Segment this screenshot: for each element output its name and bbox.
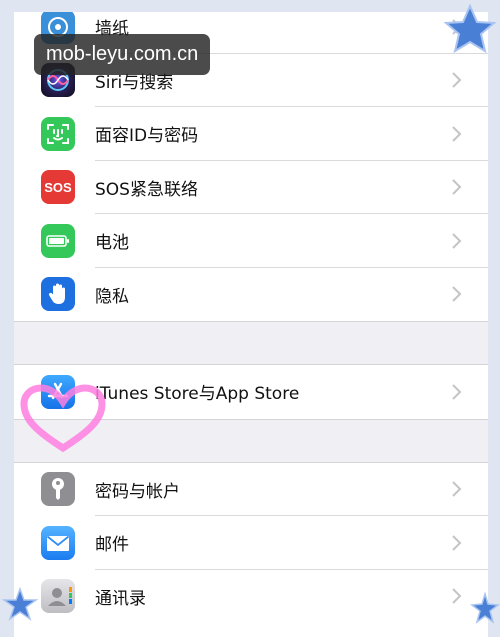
chevron-right-icon	[452, 72, 462, 88]
settings-group-3: 密码与帐户 邮件 通讯录	[14, 462, 488, 623]
settings-screen: 墙纸 Siri与搜索 面容ID与密码 SOS SOS紧急联络 电池 隐私 iTu…	[14, 12, 488, 637]
settings-row-label: iTunes Store与App Store	[95, 384, 300, 405]
star-decoration-icon	[1, 586, 39, 621]
key-icon	[41, 472, 75, 507]
settings-row-label: 通讯录	[95, 588, 146, 609]
settings-row-label: 隐私	[95, 286, 129, 307]
watermark: mob-leyu.com.cn	[34, 34, 211, 75]
star-decoration-icon	[443, 3, 497, 54]
sos-icon-text: SOS	[44, 179, 72, 195]
sos-icon: SOS	[41, 170, 75, 205]
battery-icon	[41, 223, 75, 258]
settings-row-sos[interactable]: SOS SOS紧急联络	[14, 160, 488, 214]
settings-row-mail[interactable]: 邮件	[14, 516, 488, 570]
settings-row-label: 邮件	[95, 535, 129, 556]
chevron-right-icon	[452, 535, 462, 551]
settings-row-label: 电池	[95, 233, 129, 254]
heart-decoration-icon	[20, 384, 106, 453]
chevron-right-icon	[452, 481, 462, 497]
chevron-right-icon	[452, 233, 462, 249]
settings-row-label: SOS紧急联络	[95, 179, 198, 200]
hand-icon	[41, 277, 75, 312]
chevron-right-icon	[452, 588, 462, 604]
chevron-right-icon	[452, 179, 462, 195]
settings-row-contacts[interactable]: 通讯录	[14, 569, 488, 623]
settings-row-label: 密码与帐户	[95, 481, 180, 502]
chevron-right-icon	[452, 126, 462, 142]
chevron-right-icon	[452, 286, 462, 302]
face-id-icon	[41, 116, 75, 151]
settings-row-face-id[interactable]: 面容ID与密码	[14, 107, 488, 161]
contacts-icon	[41, 579, 75, 614]
settings-row-passwords[interactable]: 密码与帐户	[14, 462, 488, 516]
chevron-right-icon	[452, 384, 462, 400]
settings-row-battery[interactable]: 电池	[14, 214, 488, 268]
star-decoration-icon	[470, 591, 500, 624]
mail-icon	[41, 525, 75, 560]
section-spacer	[14, 321, 488, 365]
settings-row-label: 面容ID与密码	[95, 126, 199, 147]
settings-row-privacy[interactable]: 隐私	[14, 267, 488, 321]
